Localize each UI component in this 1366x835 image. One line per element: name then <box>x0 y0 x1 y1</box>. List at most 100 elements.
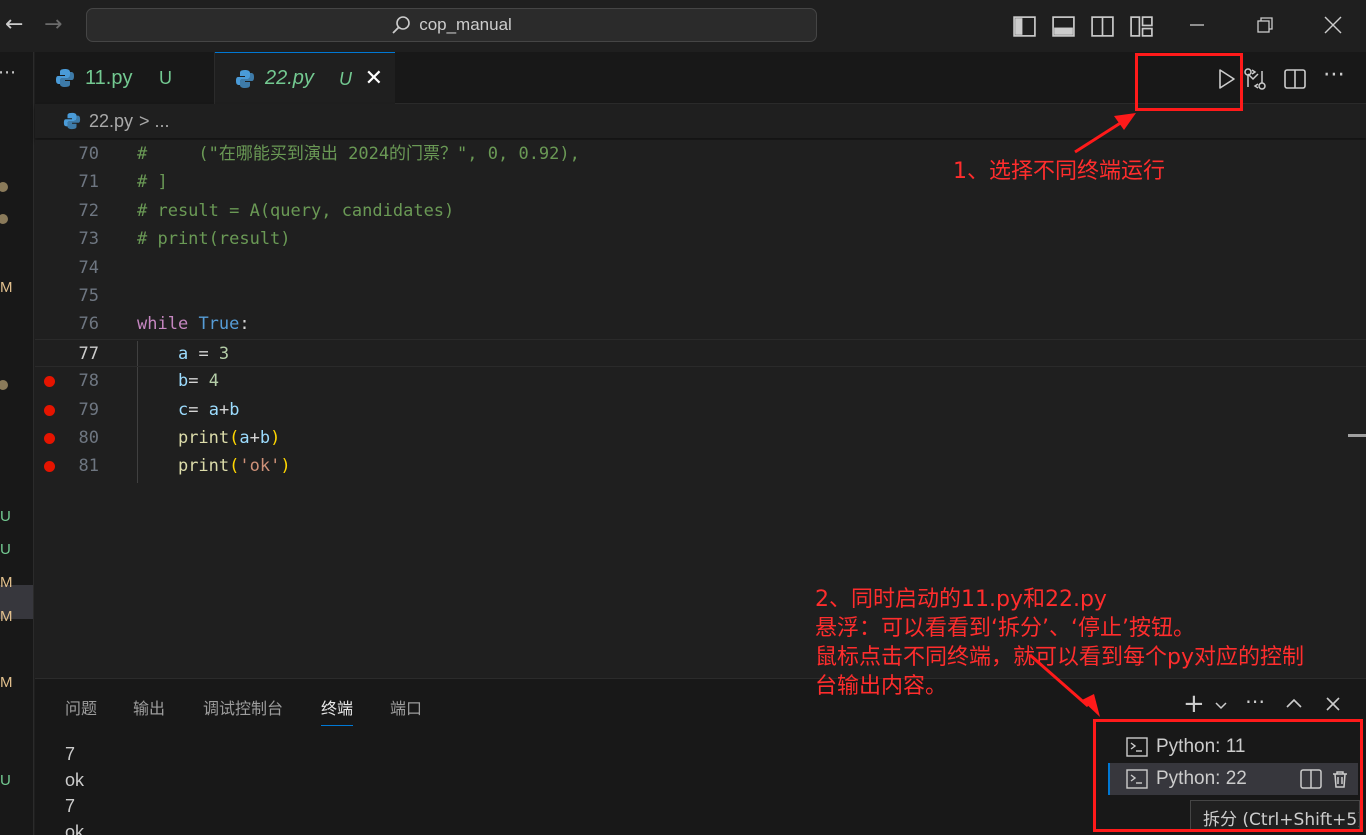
more-actions-icon[interactable]: ⋯ <box>0 62 16 83</box>
python-file-icon <box>63 112 81 130</box>
breakpoint-icon[interactable] <box>44 404 55 416</box>
toggle-primary-sidebar-icon[interactable] <box>1012 14 1037 39</box>
code-line[interactable]: 77 a = 3 <box>35 338 1366 368</box>
output-line: 7 <box>65 796 76 816</box>
constant: True <box>198 314 240 335</box>
variable: b <box>177 371 189 392</box>
string: 'ok' <box>239 456 281 477</box>
git-status-badge: M <box>0 674 13 691</box>
close-window-icon[interactable] <box>1318 10 1348 40</box>
close-tab-icon[interactable]: ✕ <box>365 65 383 91</box>
code-token: + <box>218 399 230 420</box>
code-line[interactable]: 73 # print(result) <box>35 225 1366 253</box>
line-number: 76 <box>78 314 99 335</box>
keyword: while <box>137 314 189 335</box>
annotation-note-2: 2、同时启动的11.py和22.py 悬浮：可以看看到‘拆分’、‘停止’按钮。 … <box>815 585 1304 701</box>
annotation-box-run <box>1135 53 1243 111</box>
code-text: # print(result) <box>137 225 291 253</box>
more-actions-icon[interactable]: ⋯ <box>1323 62 1345 87</box>
command-center-search[interactable]: cop_manual <box>86 8 817 42</box>
minimize-window-icon[interactable] <box>1182 10 1212 40</box>
code-line[interactable]: 75 <box>35 282 1366 310</box>
open-changes-icon[interactable] <box>1243 67 1267 91</box>
code-line[interactable]: 81 print('ok') <box>35 452 1366 480</box>
line-number: 77 <box>78 343 99 364</box>
code-text: print('ok') <box>137 452 291 480</box>
code-line[interactable]: 76 while True: <box>35 310 1366 338</box>
modified-dot-icon <box>0 182 8 192</box>
code-line[interactable]: 78 b= 4 <box>35 367 1366 395</box>
code-line[interactable]: 80 print(a+b) <box>35 424 1366 452</box>
code-text: a = 3 <box>137 340 229 368</box>
layout-controls <box>1012 14 1154 39</box>
comment: # ] <box>137 172 168 193</box>
annotation-line: 鼠标点击不同终端，就可以看到每个py对应的控制 <box>815 645 1304 670</box>
line-number: 78 <box>78 371 99 392</box>
line-number: 71 <box>78 172 99 193</box>
untracked-badge: U <box>159 68 172 88</box>
comment: # print(result) <box>137 229 291 250</box>
code-text: b= 4 <box>137 367 219 395</box>
customize-layout-icon[interactable] <box>1129 14 1154 39</box>
tab-debug-console[interactable]: 调试控制台 <box>203 695 283 719</box>
forward-arrow-icon[interactable]: → <box>44 12 62 37</box>
line-number: 73 <box>78 229 99 250</box>
terminal-options-chevron-icon[interactable] <box>1215 701 1227 711</box>
terminal-output[interactable]: 7 ok 7 ok <box>65 741 84 835</box>
toggle-secondary-sidebar-icon[interactable] <box>1090 14 1115 39</box>
tab-label: 11.py <box>85 66 133 89</box>
tab-terminal[interactable]: 终端 <box>321 695 354 726</box>
close-panel-icon[interactable] <box>1325 696 1341 712</box>
code-line[interactable]: 71 # ] <box>35 168 1366 196</box>
line-number: 74 <box>78 257 99 278</box>
code-text: # ("在哪能买到演出 2024的门票？", 0, 0.92), <box>137 140 580 168</box>
tab-output[interactable]: 输出 <box>133 695 165 719</box>
modified-dot-icon <box>0 380 8 390</box>
tab-ports[interactable]: 端口 <box>390 695 422 719</box>
number: 4 <box>208 371 219 392</box>
output-line: ok <box>65 770 85 790</box>
breakpoint-icon[interactable] <box>44 376 55 388</box>
search-text: cop_manual <box>419 15 512 34</box>
comment: # ("在哪能买到演出 2024的门票？", 0, 0.92), <box>137 144 580 164</box>
code-line[interactable]: 79 c= a+b <box>35 396 1366 424</box>
tab-label: 22.py <box>265 67 314 89</box>
variable: a <box>177 343 189 364</box>
breadcrumb-symbols[interactable]: > ... <box>139 111 170 132</box>
tab-problems[interactable]: 问题 <box>65 695 97 719</box>
code-text: c= a+b <box>137 396 239 424</box>
toggle-panel-icon[interactable] <box>1051 14 1076 39</box>
code-token: ) <box>280 456 291 477</box>
back-arrow-icon[interactable]: ← <box>5 12 23 37</box>
code-line[interactable]: 72 # result = A(query, candidates) <box>35 197 1366 225</box>
restore-window-icon[interactable] <box>1250 10 1280 40</box>
code-token: ) <box>270 428 281 448</box>
git-status-badge: U <box>0 508 11 525</box>
variable: b <box>259 428 271 448</box>
breadcrumb-file[interactable]: 22.py <box>89 111 133 132</box>
code-line[interactable]: 74 <box>35 254 1366 282</box>
line-number: 79 <box>78 399 99 420</box>
tab-22-py[interactable]: 22.py U ✕ <box>215 52 395 104</box>
breakpoint-icon[interactable] <box>44 433 55 444</box>
code-text: while True: <box>137 310 250 338</box>
output-line: 7 <box>65 744 76 764</box>
code-token: = <box>188 343 219 364</box>
annotation-line: 2、同时启动的11.py和22.py <box>815 587 1107 612</box>
git-status-badge: U <box>0 541 11 558</box>
scrollbar-position-marker[interactable] <box>1348 434 1366 437</box>
code-text: print(a+b) <box>137 424 280 452</box>
code-token: = <box>188 399 209 420</box>
git-status-badge: M <box>0 279 13 296</box>
split-editor-icon[interactable] <box>1283 67 1307 91</box>
breakpoint-icon[interactable] <box>44 461 55 473</box>
tab-11-py[interactable]: 11.py U <box>35 52 215 104</box>
annotation-line: 悬浮：可以看看到‘拆分’、‘停止’按钮。 <box>815 616 1195 641</box>
code-line[interactable]: 70 # ("在哪能买到演出 2024的门票？", 0, 0.92), <box>35 140 1366 168</box>
line-number: 75 <box>78 286 99 306</box>
code-token: = <box>188 371 209 392</box>
python-file-icon <box>236 69 254 88</box>
